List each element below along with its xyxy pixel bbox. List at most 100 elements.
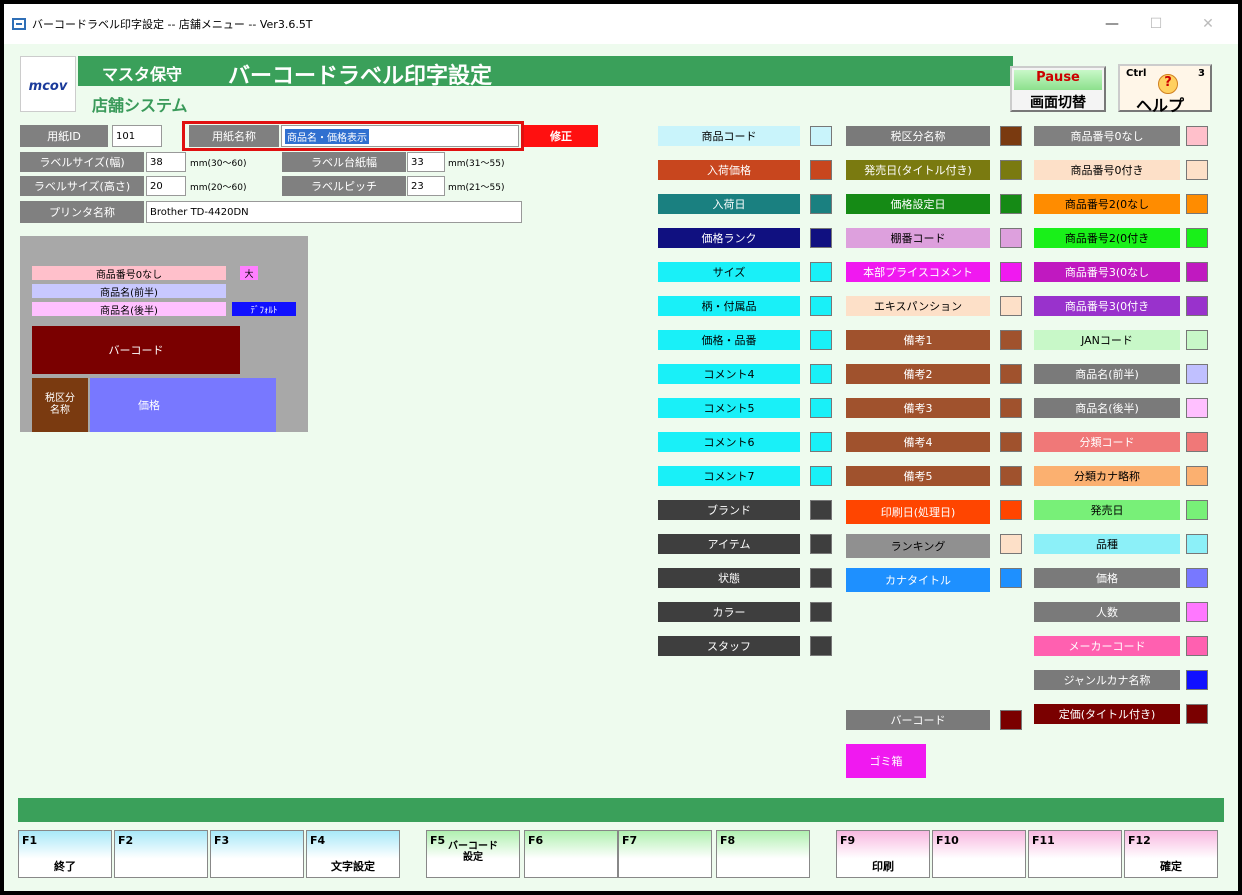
col1-color-swatch-1[interactable] — [810, 126, 832, 146]
col1-color-swatch-9[interactable] — [810, 398, 832, 418]
col3-field-9[interactable]: 商品名(後半) — [1034, 398, 1180, 418]
col1-field-10[interactable]: コメント6 — [658, 432, 800, 452]
close-button[interactable]: ✕ — [1188, 12, 1228, 36]
col2-field-14[interactable]: カナタイトル — [846, 568, 990, 592]
edit-button[interactable]: 修正 — [524, 125, 598, 147]
pause-button[interactable]: Pause 画面切替 — [1010, 66, 1106, 112]
preview-item-number[interactable]: 商品番号0なし — [32, 266, 226, 280]
function-key-f2[interactable]: F2 — [114, 830, 208, 878]
col2-color-swatch-1[interactable] — [1000, 126, 1022, 146]
function-key-f1[interactable]: F1 終了 — [18, 830, 112, 878]
function-key-f5[interactable]: F5 バーコード 設定 — [426, 830, 520, 878]
col1-color-swatch-2[interactable] — [810, 160, 832, 180]
col1-color-swatch-15[interactable] — [810, 602, 832, 622]
col1-field-2[interactable]: 入荷価格 — [658, 160, 800, 180]
label-height-field[interactable]: 20 — [146, 176, 186, 196]
col2-field-5[interactable]: 本部プライスコメント — [846, 262, 990, 282]
col1-color-swatch-11[interactable] — [810, 466, 832, 486]
col1-color-swatch-7[interactable] — [810, 330, 832, 350]
col2-color-swatch-12[interactable] — [1000, 500, 1022, 520]
col1-field-14[interactable]: 状態 — [658, 568, 800, 588]
col2-color-swatch-2[interactable] — [1000, 160, 1022, 180]
col3-color-swatch-11[interactable] — [1186, 466, 1208, 486]
col3-color-swatch-18[interactable] — [1186, 704, 1208, 724]
label-pitch-field[interactable]: 23 — [407, 176, 445, 196]
col2-color-swatch-8[interactable] — [1000, 364, 1022, 384]
col3-field-16[interactable]: メーカーコード — [1034, 636, 1180, 656]
col2-color-swatch-13[interactable] — [1000, 534, 1022, 554]
col1-color-swatch-6[interactable] — [810, 296, 832, 316]
col3-field-2[interactable]: 商品番号0付き — [1034, 160, 1180, 180]
col3-field-3[interactable]: 商品番号2(0なし — [1034, 194, 1180, 214]
col1-field-12[interactable]: ブランド — [658, 500, 800, 520]
col1-color-swatch-4[interactable] — [810, 228, 832, 248]
col1-field-5[interactable]: サイズ — [658, 262, 800, 282]
col2-color-swatch-3[interactable] — [1000, 194, 1022, 214]
col1-field-1[interactable]: 商品コード — [658, 126, 800, 146]
col3-field-7[interactable]: JANコード — [1034, 330, 1180, 350]
col2-field-1[interactable]: 税区分名称 — [846, 126, 990, 146]
col3-color-swatch-16[interactable] — [1186, 636, 1208, 656]
label-width-field[interactable]: 38 — [146, 152, 186, 172]
function-key-f12[interactable]: F12 確定 — [1124, 830, 1218, 878]
col1-field-8[interactable]: コメント4 — [658, 364, 800, 384]
col2-field-8[interactable]: 備考2 — [846, 364, 990, 384]
col2-color-swatch-4[interactable] — [1000, 228, 1022, 248]
col3-field-14[interactable]: 価格 — [1034, 568, 1180, 588]
col3-color-swatch-6[interactable] — [1186, 296, 1208, 316]
col1-field-7[interactable]: 価格・品番 — [658, 330, 800, 350]
col3-color-swatch-8[interactable] — [1186, 364, 1208, 384]
col1-color-swatch-14[interactable] — [810, 568, 832, 588]
col2-field-4[interactable]: 棚番コード — [846, 228, 990, 248]
col2-field-13[interactable]: ランキング — [846, 534, 990, 558]
col1-color-swatch-3[interactable] — [810, 194, 832, 214]
col3-field-12[interactable]: 発売日 — [1034, 500, 1180, 520]
col2-field-7[interactable]: 備考1 — [846, 330, 990, 350]
trash-bin[interactable]: ゴミ箱 — [846, 744, 926, 778]
function-key-f6[interactable]: F6 — [524, 830, 618, 878]
col3-field-4[interactable]: 商品番号2(0付き — [1034, 228, 1180, 248]
col3-color-swatch-12[interactable] — [1186, 500, 1208, 520]
col3-field-18[interactable]: 定価(タイトル付き) — [1034, 704, 1180, 724]
col1-field-9[interactable]: コメント5 — [658, 398, 800, 418]
col3-field-11[interactable]: 分類カナ略称 — [1034, 466, 1180, 486]
col2-field-12[interactable]: 印刷日(処理日) — [846, 500, 990, 524]
col1-field-16[interactable]: スタッフ — [658, 636, 800, 656]
col2-field-15[interactable]: バーコード — [846, 710, 990, 730]
col2-color-swatch-14[interactable] — [1000, 568, 1022, 588]
col3-color-swatch-17[interactable] — [1186, 670, 1208, 690]
maximize-button[interactable]: ☐ — [1136, 12, 1176, 36]
col2-field-2[interactable]: 発売日(タイトル付き) — [846, 160, 990, 180]
col2-color-swatch-6[interactable] — [1000, 296, 1022, 316]
col1-color-swatch-10[interactable] — [810, 432, 832, 452]
col2-color-swatch-5[interactable] — [1000, 262, 1022, 282]
col3-color-swatch-15[interactable] — [1186, 602, 1208, 622]
col3-field-13[interactable]: 品種 — [1034, 534, 1180, 554]
col2-field-9[interactable]: 備考3 — [846, 398, 990, 418]
minimize-button[interactable]: — — [1092, 12, 1132, 36]
col1-field-3[interactable]: 入荷日 — [658, 194, 800, 214]
col3-color-swatch-1[interactable] — [1186, 126, 1208, 146]
paper-id-field[interactable]: 101 — [112, 125, 162, 147]
col2-color-swatch-11[interactable] — [1000, 466, 1022, 486]
function-key-f3[interactable]: F3 — [210, 830, 304, 878]
function-key-f8[interactable]: F8 — [716, 830, 810, 878]
function-key-f7[interactable]: F7 — [618, 830, 712, 878]
col3-color-swatch-5[interactable] — [1186, 262, 1208, 282]
col1-color-swatch-8[interactable] — [810, 364, 832, 384]
col3-field-8[interactable]: 商品名(前半) — [1034, 364, 1180, 384]
col3-field-6[interactable]: 商品番号3(0付き — [1034, 296, 1180, 316]
col1-color-swatch-16[interactable] — [810, 636, 832, 656]
col2-color-swatch-7[interactable] — [1000, 330, 1022, 350]
preview-item-name-second[interactable]: 商品名(後半) — [32, 302, 226, 316]
col3-field-5[interactable]: 商品番号3(0なし — [1034, 262, 1180, 282]
col3-color-swatch-7[interactable] — [1186, 330, 1208, 350]
col2-color-swatch-15[interactable] — [1000, 710, 1022, 730]
function-key-f10[interactable]: F10 — [932, 830, 1026, 878]
col1-field-4[interactable]: 価格ランク — [658, 228, 800, 248]
col2-field-10[interactable]: 備考4 — [846, 432, 990, 452]
col2-color-swatch-10[interactable] — [1000, 432, 1022, 452]
col1-field-11[interactable]: コメント7 — [658, 466, 800, 486]
col3-field-17[interactable]: ジャンルカナ名称 — [1034, 670, 1180, 690]
col1-field-6[interactable]: 柄・付属品 — [658, 296, 800, 316]
